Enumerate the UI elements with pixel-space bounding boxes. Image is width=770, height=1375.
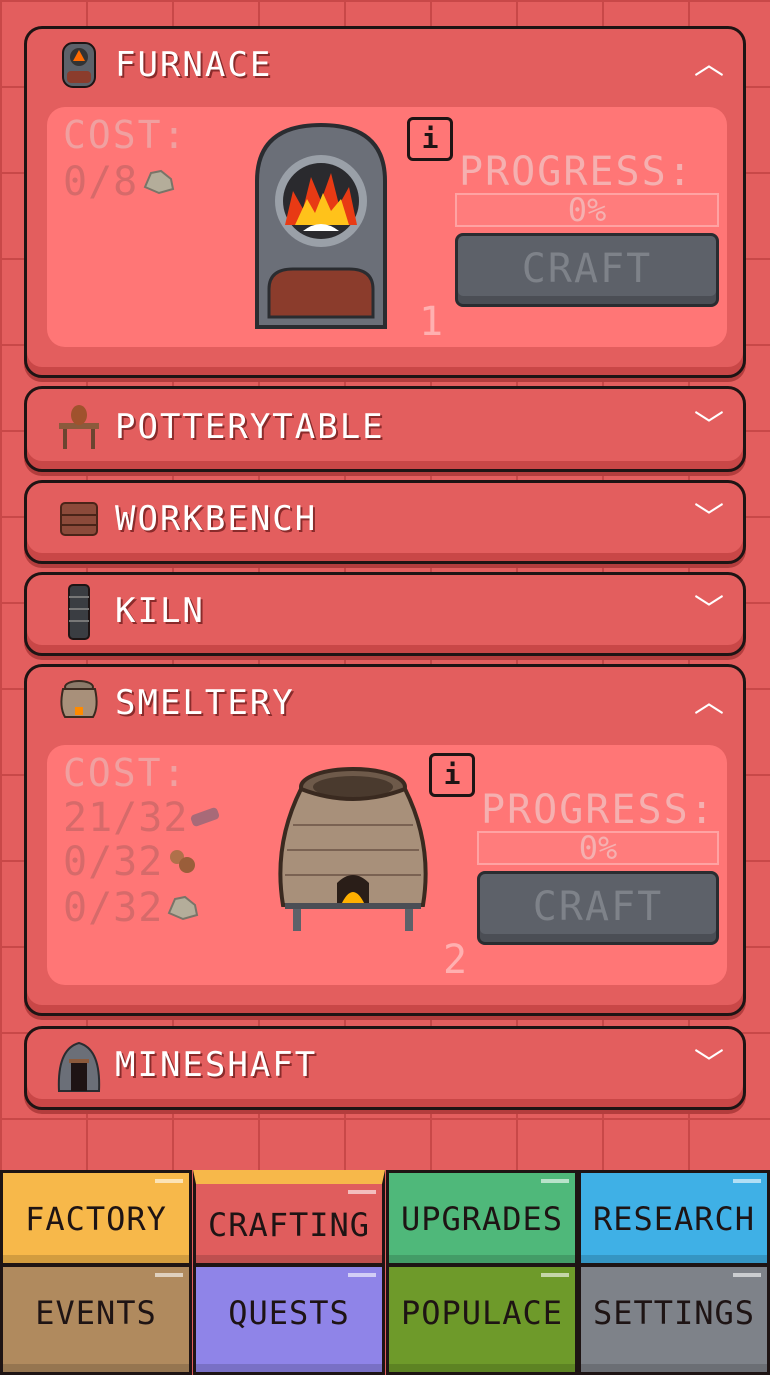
recipe-card: COST: 0/8 i PROGRESS: 0% CRAFT 1	[47, 107, 727, 347]
mineshaft-icon	[57, 1041, 101, 1092]
stone-icon	[167, 895, 199, 921]
cost-value: 0/8	[63, 159, 139, 205]
panel-mineshaft[interactable]: MINESHAFT ﹀	[24, 1026, 746, 1110]
tab-quests[interactable]: QUESTS	[193, 1264, 385, 1375]
panel-title: KILN	[115, 591, 205, 631]
kiln-icon	[68, 584, 90, 640]
progress-bar: 0%	[477, 831, 719, 865]
tab-events[interactable]: EVENTS	[0, 1264, 192, 1375]
panel-title: WORKBENCH	[115, 499, 318, 539]
expand-chevron-icon[interactable]: ﹀	[693, 411, 725, 443]
pottery-table-icon	[59, 405, 99, 449]
craft-button[interactable]: CRAFT	[477, 871, 719, 945]
brick-icon	[190, 807, 220, 827]
craft-button[interactable]: CRAFT	[455, 233, 719, 307]
expand-chevron-icon[interactable]: ﹀	[693, 503, 725, 535]
progress-label: PROGRESS:	[481, 787, 716, 833]
smeltery-illustration	[278, 767, 428, 931]
collapse-chevron-icon[interactable]: ︿	[693, 687, 725, 719]
tab-settings[interactable]: SETTINGS	[578, 1264, 770, 1375]
furnace-icon	[62, 42, 96, 88]
collapse-chevron-icon[interactable]: ︿	[693, 49, 725, 81]
progress-label: PROGRESS:	[459, 149, 694, 195]
panel-smeltery: SMELTERY ︿ COST: 21/32 0/32 0/32 i PROGR…	[24, 664, 746, 1016]
cost-value: 0/32	[63, 885, 164, 931]
smeltery-icon	[60, 680, 98, 718]
expand-chevron-icon[interactable]: ﹀	[693, 1049, 725, 1081]
cost-value: 0/32	[63, 839, 164, 885]
panel-title: MINESHAFT	[115, 1045, 318, 1085]
panel-furnace: FURNACE ︿ COST: 0/8 i PROGRESS: 0% CRAFT…	[24, 26, 746, 378]
owned-count: 1	[419, 299, 444, 345]
panel-smeltery-header[interactable]: SMELTERY ︿	[27, 667, 743, 747]
info-button[interactable]: i	[429, 753, 475, 797]
cost-value: 21/32	[63, 795, 189, 841]
panel-kiln[interactable]: KILN ﹀	[24, 572, 746, 656]
panel-workbench[interactable]: WORKBENCH ﹀	[24, 480, 746, 564]
expand-chevron-icon[interactable]: ﹀	[693, 595, 725, 627]
stone-icon	[143, 169, 175, 195]
panel-furnace-header[interactable]: FURNACE ︿	[27, 29, 743, 109]
owned-count: 2	[443, 937, 468, 983]
tab-upgrades[interactable]: UPGRADES	[386, 1170, 578, 1266]
tab-crafting[interactable]: CRAFTING	[193, 1170, 385, 1266]
tab-populace[interactable]: POPULACE	[386, 1264, 578, 1375]
recipe-card: COST: 21/32 0/32 0/32 i PROGRESS: 0% CRA…	[47, 745, 727, 985]
cost-label: COST:	[63, 113, 188, 157]
tab-research[interactable]: RESEARCH	[578, 1170, 770, 1266]
furnace-illustration	[255, 122, 387, 329]
clay-icon	[170, 850, 195, 873]
panel-title: SMELTERY	[115, 683, 295, 723]
cost-label: COST:	[63, 751, 188, 795]
panel-title: POTTERYTABLE	[115, 407, 385, 447]
info-button[interactable]: i	[407, 117, 453, 161]
bottom-navigation: FACTORY CRAFTING UPGRADES RESEARCH EVENT…	[0, 1170, 770, 1375]
panel-potterytable[interactable]: POTTERYTABLE ﹀	[24, 386, 746, 472]
tab-factory[interactable]: FACTORY	[0, 1170, 192, 1266]
progress-bar: 0%	[455, 193, 719, 227]
panel-title: FURNACE	[115, 45, 273, 85]
workbench-icon	[60, 502, 98, 536]
